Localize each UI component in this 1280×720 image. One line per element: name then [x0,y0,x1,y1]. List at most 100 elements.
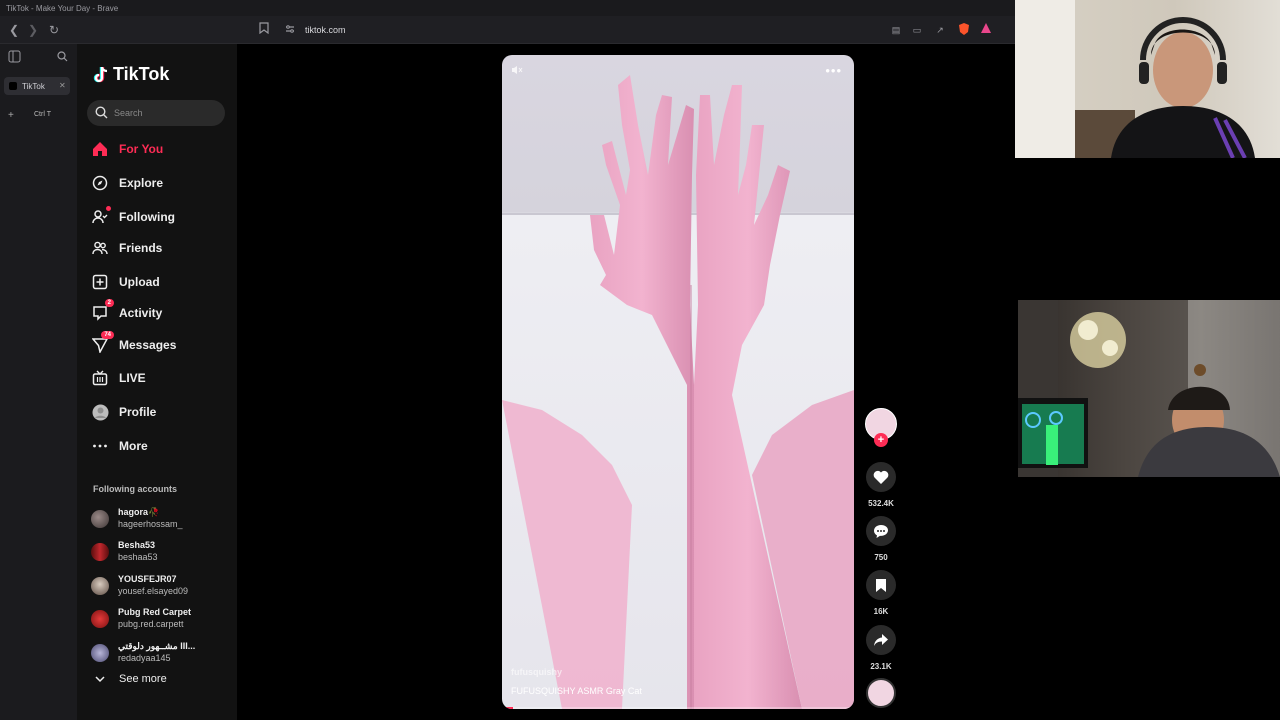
volume-muted-icon[interactable] [511,65,523,78]
search-placeholder: Search [114,108,143,118]
account-name: YOUSFEJR07 [118,574,177,584]
video-action-bar: + 532.4K 750 16K 23.1K [864,405,898,715]
following-icon [91,206,111,226]
guest-webcam [1018,300,1280,477]
window-title-bar: TikTok - Make Your Day - Brave [0,0,1015,16]
brave-rewards-icon[interactable] [978,22,994,38]
reload-icon[interactable]: ↻ [46,22,62,38]
comment-icon [874,524,888,538]
nav-explore[interactable]: Explore [91,172,163,194]
home-icon [91,140,109,158]
new-content-dot [106,206,111,211]
video-progress-bar[interactable] [502,707,854,709]
bookmark-icon[interactable] [256,22,272,38]
close-tab-icon[interactable]: ✕ [59,81,66,90]
bookmark-icon [876,578,886,592]
brave-shields-icon[interactable] [956,22,972,38]
nav-friends[interactable]: Friends [91,237,162,259]
site-settings-icon[interactable] [282,22,298,38]
forward-icon[interactable]: ❯ [25,22,41,38]
account-name: مشــهور دلوقتي III... [118,641,196,651]
video-player[interactable]: ••• fufusquishy FUFUSQUISHY ASMR Gray Ca… [502,55,854,709]
brand-name: TikTok [113,64,170,84]
nav-more[interactable]: More [91,435,148,457]
nav-label: LIVE [119,371,146,385]
account-avatar [91,543,109,561]
see-more-label: See more [119,673,167,685]
follow-plus-icon[interactable]: + [874,433,888,447]
compass-icon [91,174,109,192]
streamer-webcam [1015,0,1280,158]
video-creator-handle[interactable]: fufusquishy [511,667,562,677]
window-title: TikTok - Make Your Day - Brave [6,4,119,13]
heart-icon [873,470,889,484]
account-username: hageerhossam_ [118,519,183,529]
comment-button[interactable] [866,516,896,546]
tab-title: TikTok [22,82,45,91]
save-count: 16K [873,607,889,616]
following-account[interactable]: hagora🥀 hageerhossam_ [91,506,231,536]
address-bar[interactable]: tiktok.com [256,20,996,40]
nav-upload[interactable]: Upload [91,271,160,293]
search-icon [95,106,108,119]
url-text[interactable]: tiktok.com [305,25,346,35]
tiktok-note-icon [93,66,108,82]
pink-gloves-image [502,75,854,709]
messages-badge: 74 [101,331,114,339]
account-username: redadyaa145 [118,653,171,663]
nav-label: Messages [119,338,177,352]
activity-icon: 2 [91,299,114,322]
webcam-person-image [1015,0,1255,158]
sidebar-toggle-icon[interactable] [6,50,22,66]
tab-search-icon[interactable] [54,50,70,66]
account-username: yousef.elsayed09 [118,586,189,596]
save-button[interactable] [866,570,896,600]
profile-avatar-icon [91,403,109,421]
nav-label: Activity [119,306,163,320]
video-progress-fill [502,707,513,709]
following-account[interactable]: Pubg Red Carpet pubg.red.carpett [91,606,231,636]
nav-profile[interactable]: Profile [91,401,156,423]
tiktok-favicon-icon [9,82,17,90]
video-options-icon[interactable]: ••• [825,63,842,78]
nav-label: Explore [119,176,164,190]
reader-mode-icon[interactable]: ▤ [888,22,904,38]
nav-following[interactable]: Following [91,206,175,228]
share-icon[interactable]: ↗ [932,22,948,38]
nav-label: Friends [119,241,163,255]
more-dots-icon [91,437,109,455]
upload-icon [91,273,109,291]
account-avatar [91,610,109,628]
nav-label: Following [119,210,175,224]
friends-icon [91,239,109,257]
nav-live[interactable]: LIVE [91,367,146,389]
new-tab-shortcut: Ctrl T [34,111,51,118]
account-avatar [91,577,109,595]
account-username: beshaa53 [118,552,158,562]
share-button[interactable] [866,625,896,655]
back-icon[interactable]: ❮ [6,22,22,38]
cast-icon[interactable]: ▭ [909,22,925,38]
nav-for-you[interactable]: For You [91,138,163,160]
share-arrow-icon [874,634,888,646]
account-name: Besha53 [118,540,156,550]
search-input[interactable]: Search [87,100,225,126]
following-account[interactable]: Besha53 beshaa53 [91,539,231,569]
tiktok-logo[interactable]: TikTok [93,64,169,85]
following-accounts-title: Following accounts [93,484,178,494]
music-disc-icon[interactable] [866,678,896,708]
webcam-room-image [1018,300,1280,477]
tab-tiktok[interactable]: TikTok ✕ [4,77,70,95]
see-more-button[interactable]: See more [95,673,167,685]
share-count: 23.1K [870,662,892,671]
like-button[interactable] [866,462,896,492]
nav-activity[interactable]: 2 Activity [91,299,163,324]
following-account[interactable]: مشــهور دلوقتي III... redadyaa145 [91,640,231,670]
vertical-tab-strip: TikTok ✕ + Ctrl T [0,44,77,720]
nav-messages[interactable]: 74 Messages [91,331,177,356]
nav-label: Upload [119,275,160,289]
following-account[interactable]: YOUSFEJR07 yousef.elsayed09 [91,573,231,603]
new-tab-icon[interactable]: + [8,110,14,121]
like-count: 532.4K [868,499,894,508]
account-username: pubg.red.carpett [118,619,184,629]
